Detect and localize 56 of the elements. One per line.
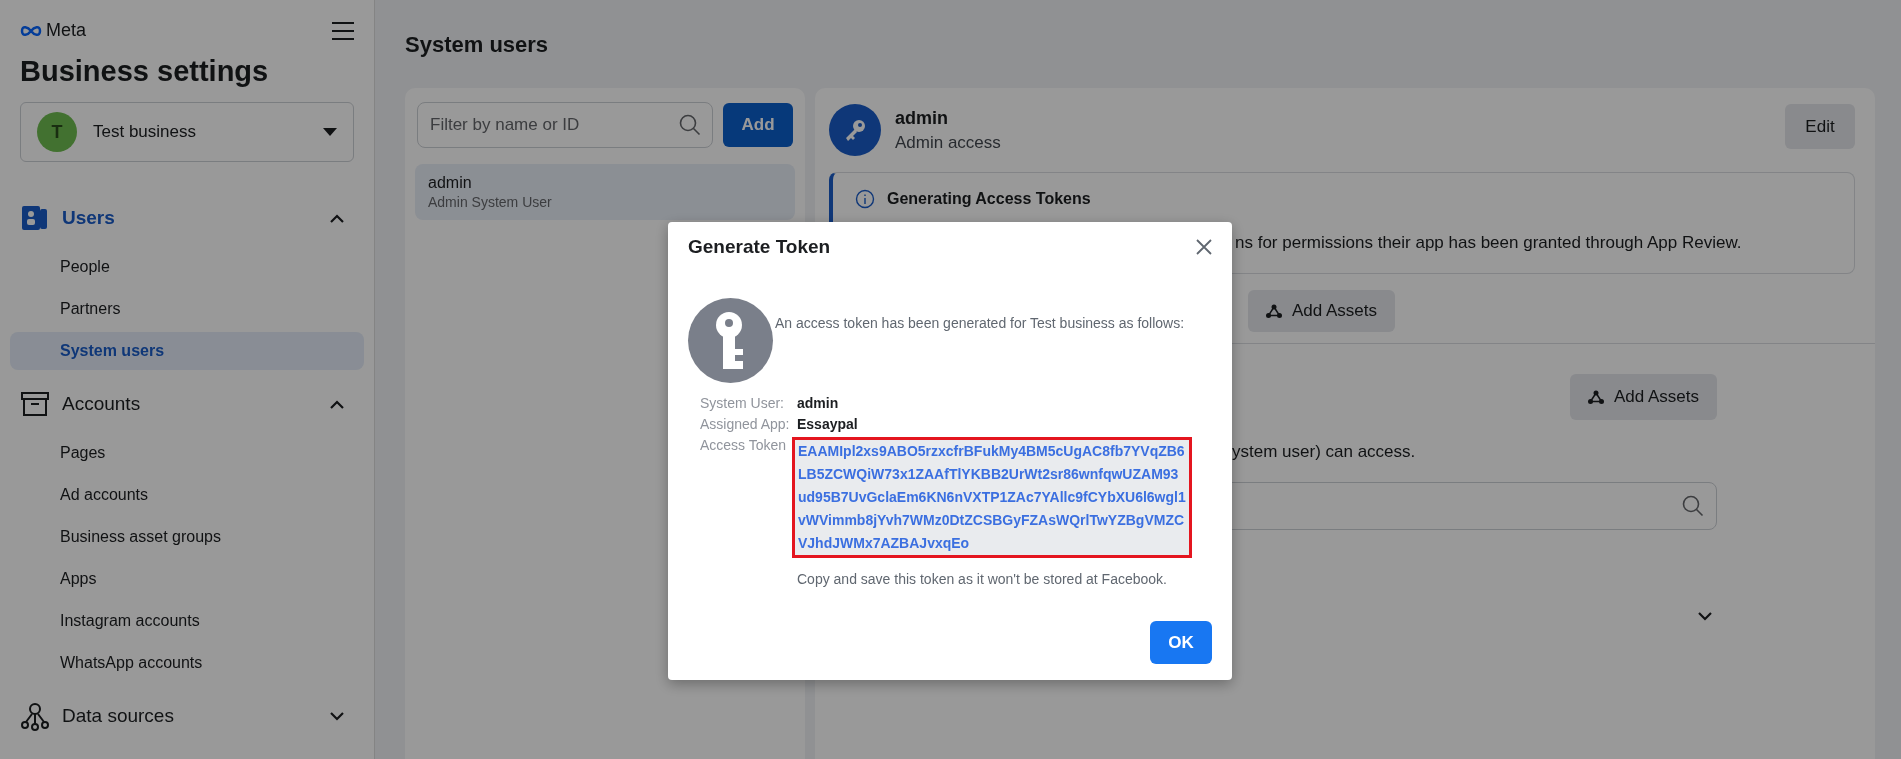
add-assets-button[interactable]: Add Assets	[1569, 374, 1717, 420]
sidebar-item[interactable]: Apps	[10, 560, 364, 598]
user-name: admin	[895, 107, 949, 129]
add-button[interactable]: Add	[723, 103, 793, 147]
dialog-title: Generate Token	[688, 236, 831, 258]
page-heading: Business settings	[20, 55, 270, 88]
menu-icon[interactable]	[332, 21, 354, 40]
chevron-down-icon[interactable]	[1698, 612, 1712, 621]
network-icon	[20, 701, 50, 731]
business-avatar: T	[37, 112, 77, 152]
token-note: Copy and save this token as it won't be stored at Facebook.	[797, 571, 1168, 587]
field-value: Essaypal	[797, 416, 859, 432]
field-label: System User:	[700, 395, 785, 411]
logo-text: Meta	[46, 20, 87, 41]
business-selector[interactable]: T Test business	[20, 102, 354, 162]
close-icon[interactable]	[1196, 239, 1212, 255]
sidebar-section[interactable]: Users	[62, 207, 318, 229]
field-label: Access Token	[700, 437, 788, 455]
archive-box-icon	[20, 389, 50, 419]
search-icon	[1682, 495, 1704, 517]
sidebar-item[interactable]: Partners	[10, 290, 364, 328]
description-text: ystem user) can access.	[1232, 442, 1416, 462]
search-icon	[679, 114, 701, 136]
user-list-item[interactable]: admin Admin System User	[415, 164, 795, 220]
infinity-logo-icon	[20, 24, 42, 37]
user-subtitle: Admin access	[895, 132, 1002, 153]
sidebar-item[interactable]: Pages	[10, 434, 364, 472]
notice-text: ns for permissions their app has been granted through App Review.	[1235, 233, 1743, 253]
sidebar-section[interactable]: Accounts	[62, 393, 318, 415]
network-icon	[1587, 390, 1604, 404]
chevron-up-icon[interactable]	[330, 399, 344, 409]
user-name: admin	[428, 174, 473, 192]
dialog-message: An access token has been generated for Test business as follows:	[775, 314, 1186, 333]
info-icon	[855, 189, 875, 209]
sidebar-item[interactable]: Business asset groups	[10, 518, 364, 556]
sidebar-item[interactable]: Instagram accounts	[10, 602, 364, 640]
sidebar-item[interactable]: System users	[10, 332, 364, 370]
sidebar-item[interactable]: Ad accounts	[10, 476, 364, 514]
chevron-down-icon[interactable]	[330, 711, 344, 721]
network-icon	[1266, 304, 1282, 318]
sidebar-item[interactable]: WhatsApp accounts	[10, 644, 364, 682]
chevron-up-icon[interactable]	[330, 213, 344, 223]
notice-title: Generating Access Tokens	[887, 190, 1091, 208]
sidebar-item[interactable]: People	[10, 248, 364, 286]
search-field[interactable]: Filter by name or ID	[417, 102, 713, 148]
field-label: Assigned App:	[700, 416, 791, 432]
users-icon	[20, 203, 50, 233]
caret-down-icon	[323, 128, 337, 136]
ok-button[interactable]: OK	[1150, 621, 1212, 664]
access-token[interactable]: EAAMIpl2xs9ABO5rzxcfrBFukMy4BM5cUgAC8fb7YVqZB6LB5ZCWQiW73x1ZAAfTlYKBB2UrWt2sr86wnfqwUZAM93ud95B7UvGclaEm6KN6nVXTP1ZAc7YAllc9fCYbXU6l6wgl1vWVimmb8jYvh7WMz0DtZCSBGyFZAsWQrlTwYZBgVMZCVJhdJWMx7AZBAJvxqEo	[792, 437, 1192, 558]
sidebar-section[interactable]: Data sources	[62, 705, 318, 727]
user-role: Admin System User	[428, 194, 553, 210]
field-value: admin	[797, 395, 840, 411]
section-title: System users	[405, 32, 550, 58]
add-assets-button[interactable]: Add Assets	[1248, 290, 1396, 332]
edit-button[interactable]: Edit	[1785, 104, 1855, 149]
